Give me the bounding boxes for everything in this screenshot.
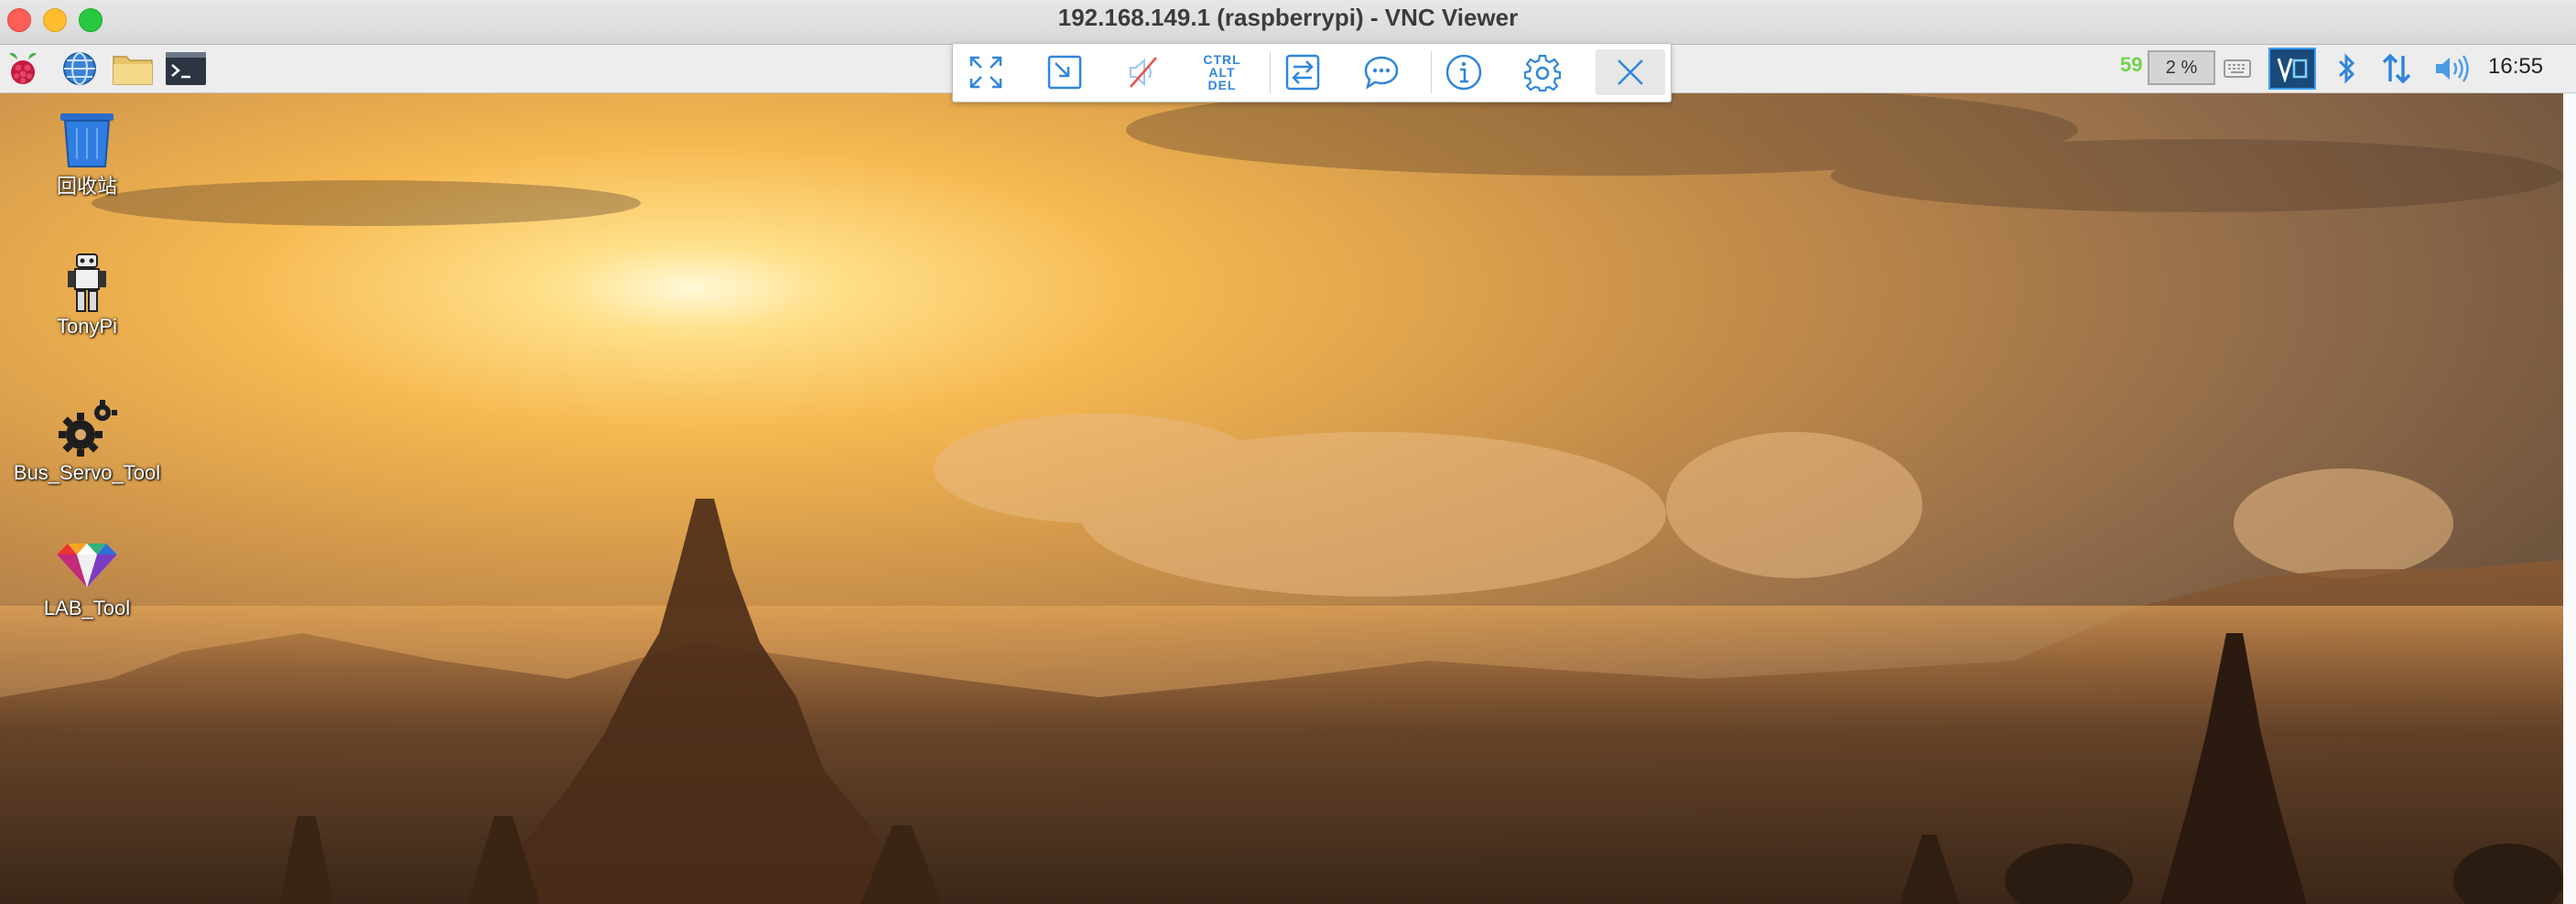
close-connection-button[interactable] <box>1596 49 1665 95</box>
desktop-item-tonypi[interactable]: TonyPi <box>0 253 174 339</box>
desktop-item-lab-tool[interactable]: LAB_Tool <box>0 534 174 620</box>
raspberry-menu-icon[interactable] <box>2 48 44 89</box>
desktop-item-trash[interactable]: 回收站 <box>0 108 174 199</box>
chat-button[interactable] <box>1352 49 1411 95</box>
web-browser-icon[interactable] <box>59 48 101 89</box>
gears-icon <box>0 399 174 461</box>
cpu-usage-monitor[interactable]: 2 % <box>2148 50 2215 85</box>
ctrl-alt-del-button[interactable]: CTRL ALT DEL <box>1193 49 1251 95</box>
window-title: 192.168.149.1 (raspberrypi) - VNC Viewer <box>1057 4 1519 31</box>
info-icon <box>1445 54 1482 91</box>
keyboard-icon[interactable] <box>2223 50 2252 87</box>
file-manager-icon[interactable] <box>112 48 154 89</box>
trash-icon <box>0 108 174 170</box>
desktop-item-label: TonyPi <box>56 315 118 338</box>
audio-button[interactable] <box>1114 49 1173 95</box>
gem-icon <box>0 534 174 597</box>
vnc-server-icon[interactable] <box>2268 48 2316 90</box>
audio-muted-icon <box>1130 57 1157 88</box>
ctrl-label: CTRL <box>1203 52 1241 67</box>
fullscreen-icon <box>969 56 1002 89</box>
ctrl-alt-del-icon: CTRL ALT DEL <box>1203 53 1240 91</box>
toolbar-divider <box>1431 51 1432 93</box>
viewer-edge <box>2563 93 2576 904</box>
desktop-item-label: 回收站 <box>56 175 117 198</box>
window-titlebar: 192.168.149.1 (raspberrypi) - VNC Viewer <box>0 0 2576 45</box>
toolbar-divider <box>1270 51 1271 93</box>
terminal-icon[interactable] <box>165 48 207 89</box>
desktop-item-label: LAB_Tool <box>43 597 131 619</box>
vnc-toolbar: CTRL ALT DEL <box>952 43 1672 102</box>
network-arrows-icon[interactable] <box>2378 50 2415 87</box>
scale-button[interactable] <box>1035 49 1094 95</box>
alt-label: ALT <box>1208 65 1236 80</box>
desktop-wallpaper <box>0 93 2563 904</box>
robot-icon <box>0 253 174 315</box>
scale-icon <box>1047 55 1082 90</box>
panel-clock[interactable]: 16:55 <box>2488 54 2543 80</box>
settings-button[interactable] <box>1513 49 1572 95</box>
cpu-temperature: 59 <box>2120 53 2143 76</box>
file-transfer-icon <box>1285 54 1320 91</box>
volume-icon[interactable] <box>2431 50 2472 87</box>
info-button[interactable] <box>1434 49 1493 95</box>
close-icon <box>1618 59 1643 85</box>
chat-icon <box>1364 56 1399 90</box>
settings-gear-icon <box>1523 54 1562 91</box>
bluetooth-icon[interactable] <box>2332 50 2360 87</box>
fullscreen-button[interactable] <box>957 49 1015 95</box>
file-transfer-button[interactable] <box>1273 49 1332 95</box>
desktop-item-label: Bus_Servo_Tool <box>13 461 161 484</box>
desktop-item-bus-servo-tool[interactable]: Bus_Servo_Tool <box>0 399 174 485</box>
del-label: DEL <box>1207 78 1237 92</box>
